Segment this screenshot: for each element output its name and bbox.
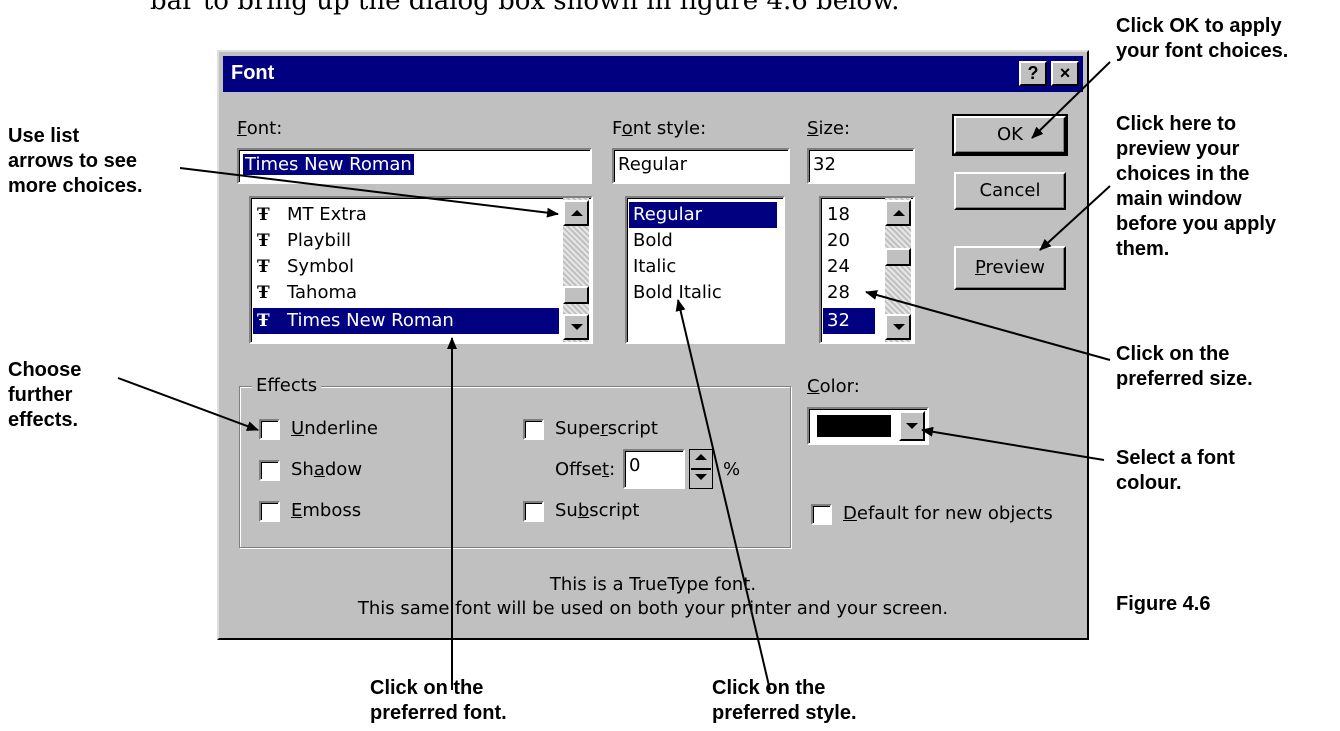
color-swatch xyxy=(817,415,891,437)
callout-effects: Choose further effects. xyxy=(8,359,82,431)
scroll-thumb[interactable] xyxy=(563,286,589,304)
scroll-thumb[interactable] xyxy=(885,248,911,266)
title-bar[interactable]: Font ? × xyxy=(223,56,1083,92)
color-dropdown-button[interactable] xyxy=(899,411,925,441)
callout-size: Click on the preferred size. xyxy=(1116,343,1253,390)
shadow-checkbox[interactable] xyxy=(259,460,280,481)
intro-text: bar to bring up the dialog box shown in … xyxy=(150,0,900,16)
default-label: Default for new objects xyxy=(843,503,1053,524)
size-list-item[interactable]: 18 xyxy=(823,202,873,228)
footer-line-2: This same font will be used on both your… xyxy=(357,598,949,619)
scroll-down-button[interactable] xyxy=(563,314,589,340)
superscript-checkbox[interactable] xyxy=(523,419,544,440)
font-list-item[interactable]: Ŧ Tahoma xyxy=(253,280,553,306)
ok-button[interactable]: OK xyxy=(952,114,1068,156)
font-list-item[interactable]: Ŧ MT Extra xyxy=(253,202,553,228)
font-style-label: Font style: xyxy=(612,118,707,139)
size-label: Size: xyxy=(807,118,851,139)
default-checkbox[interactable] xyxy=(811,504,832,525)
font-dialog: Font ? × Font: Times New Roman Font styl… xyxy=(217,50,1089,640)
size-list-scrollbar[interactable] xyxy=(885,198,911,342)
size-list-item[interactable]: 24 xyxy=(823,254,873,280)
font-label: Font: xyxy=(237,118,283,139)
font-name-input[interactable]: Times New Roman xyxy=(237,148,592,184)
arrow-down-icon xyxy=(893,324,905,330)
arrow-up-icon xyxy=(893,210,905,216)
size-list-item-selected[interactable]: 32 xyxy=(823,308,875,334)
emboss-checkbox[interactable] xyxy=(259,501,280,522)
scroll-down-button[interactable] xyxy=(885,314,911,340)
truetype-icon: Ŧ xyxy=(257,283,270,303)
size-list-item[interactable]: 20 xyxy=(823,228,873,254)
truetype-icon: Ŧ xyxy=(257,205,270,225)
callout-list-arrows: Use list arrows to see more choices. xyxy=(8,125,143,197)
font-list-item[interactable]: Ŧ Symbol xyxy=(253,254,553,280)
font-style-input[interactable]: Regular xyxy=(612,148,790,184)
style-list-item[interactable]: Bold xyxy=(629,228,777,254)
font-list-item[interactable]: Ŧ Playbill xyxy=(253,228,553,254)
scroll-up-button[interactable] xyxy=(885,200,911,226)
style-list-item[interactable]: Italic xyxy=(629,254,777,280)
font-list[interactable]: Ŧ MT Extra Ŧ Playbill Ŧ Symbol Ŧ Tahoma Ŧ Tim… xyxy=(249,196,593,344)
offset-input[interactable]: 0 xyxy=(623,449,685,489)
superscript-label: Superscript xyxy=(555,418,658,439)
size-input[interactable]: 32 xyxy=(807,148,915,184)
truetype-icon: Ŧ xyxy=(257,231,270,251)
color-dropdown[interactable] xyxy=(807,407,929,445)
underline-checkbox[interactable] xyxy=(259,419,280,440)
callout-font: Click on the preferred font. xyxy=(370,677,507,724)
close-button[interactable]: × xyxy=(1051,61,1079,86)
footer-line-1: This is a TrueType font. xyxy=(549,574,757,595)
subscript-label: Subscript xyxy=(555,500,640,521)
dialog-title: Font xyxy=(231,62,275,84)
color-label: Color: xyxy=(807,376,860,397)
effects-label: Effects xyxy=(252,375,322,396)
offset-label: Offset: xyxy=(555,459,616,480)
figure-caption: Figure 4.6 xyxy=(1116,593,1211,615)
preview-button[interactable]: Preview xyxy=(954,246,1066,290)
shadow-label: Shadow xyxy=(291,459,363,480)
arrow-up-icon xyxy=(695,454,707,460)
percent-label: % xyxy=(723,459,741,480)
callout-style: Click on the preferred style. xyxy=(712,677,857,724)
arrow-down-icon xyxy=(571,324,583,330)
size-list-item[interactable]: 28 xyxy=(823,280,873,306)
subscript-checkbox[interactable] xyxy=(523,501,544,522)
callout-ok: Click OK to apply your font choices. xyxy=(1116,15,1289,62)
emboss-label: Emboss xyxy=(291,500,362,521)
underline-label: Underline xyxy=(291,418,378,439)
arrow-down-icon xyxy=(695,474,707,480)
scroll-up-button[interactable] xyxy=(563,200,589,226)
font-style-list[interactable]: Regular Bold Italic Bold Italic xyxy=(625,196,785,344)
truetype-icon: Ŧ xyxy=(257,257,270,277)
arrow-up-icon xyxy=(571,210,583,216)
offset-spinner[interactable] xyxy=(689,449,713,489)
callout-preview: Click here to preview your choices in the m… xyxy=(1116,113,1277,260)
font-list-scrollbar[interactable] xyxy=(563,198,589,342)
font-list-item-selected[interactable]: Ŧ Times New Roman xyxy=(253,308,559,334)
cancel-button[interactable]: Cancel xyxy=(954,172,1066,210)
style-list-item[interactable]: Bold Italic xyxy=(629,280,777,306)
truetype-icon: Ŧ xyxy=(257,311,270,331)
style-list-item-selected[interactable]: Regular xyxy=(629,202,777,228)
help-button[interactable]: ? xyxy=(1019,61,1047,86)
callout-color: Select a font colour. xyxy=(1116,447,1235,494)
size-list[interactable]: 18 20 24 28 32 xyxy=(819,196,915,344)
chevron-down-icon xyxy=(906,423,918,429)
